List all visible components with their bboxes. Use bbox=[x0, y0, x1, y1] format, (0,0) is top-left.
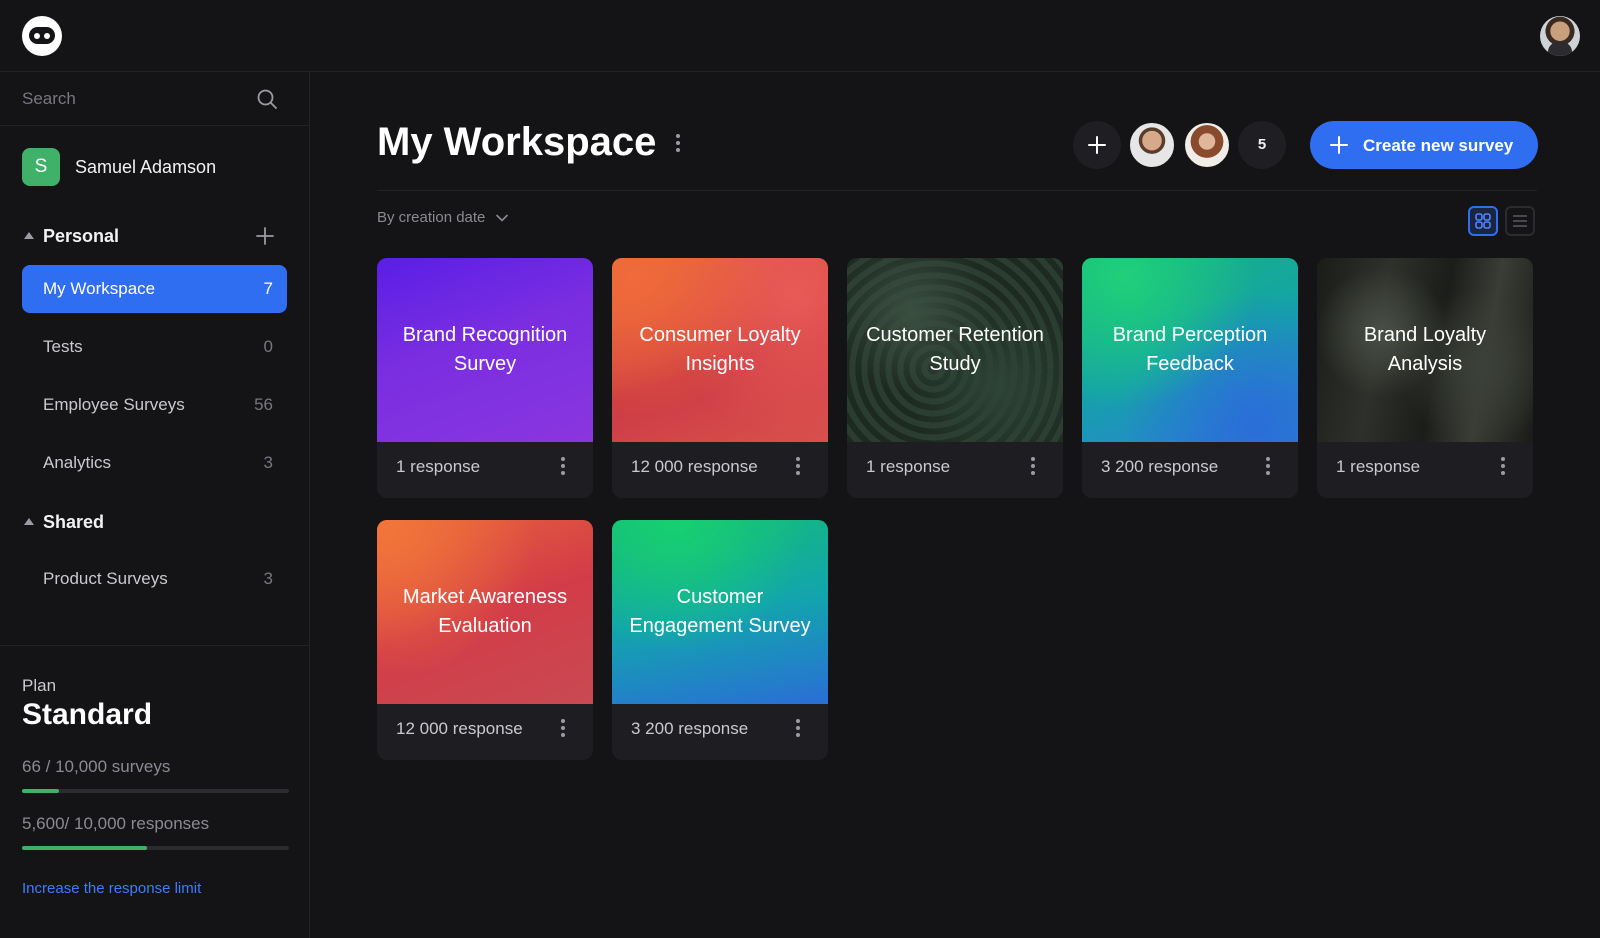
sidebar-item-analytics[interactable]: Analytics 3 bbox=[22, 439, 287, 487]
profile-name: Samuel Adamson bbox=[75, 157, 217, 177]
survey-responses: 1 response bbox=[1336, 457, 1421, 476]
plan-name: Standard bbox=[22, 698, 153, 731]
survey-title: Consumer Loyalty Insights bbox=[639, 324, 801, 375]
sidebar-item-count: 3 bbox=[263, 453, 273, 472]
page-title: My Workspace bbox=[377, 120, 657, 164]
sidebar-item-count: 0 bbox=[263, 337, 273, 356]
survey-responses: 3 200 response bbox=[1101, 457, 1219, 476]
survey-responses: 12 000 response bbox=[396, 719, 523, 738]
user-avatar[interactable] bbox=[1540, 16, 1580, 56]
sidebar-item-label: Employee Surveys bbox=[43, 395, 185, 414]
logo-face bbox=[29, 27, 55, 44]
grid-view-button[interactable] bbox=[1468, 206, 1498, 236]
grid-icon bbox=[1475, 213, 1491, 229]
survey-title: Brand Perception Feedback bbox=[1112, 324, 1268, 375]
survey-card[interactable]: Customer Retention Study 1 response bbox=[847, 258, 1063, 498]
sidebar-item-count: 3 bbox=[263, 569, 273, 588]
sidebar-item-tests[interactable]: Tests 0 bbox=[22, 323, 287, 371]
more-vertical-icon[interactable] bbox=[1499, 457, 1507, 479]
plus-icon bbox=[1330, 136, 1348, 154]
survey-responses: 1 response bbox=[396, 457, 481, 476]
survey-title: Brand Loyalty Analysis bbox=[1363, 324, 1487, 375]
responses-usage-fill bbox=[22, 846, 148, 850]
members-more-count[interactable]: 5 bbox=[1238, 121, 1286, 169]
more-vertical-icon[interactable] bbox=[559, 457, 567, 479]
sort-dropdown[interactable]: By creation date bbox=[377, 209, 508, 226]
title-more-icon[interactable] bbox=[674, 134, 682, 156]
survey-card[interactable]: Market Awareness Evaluation 12 000 respo… bbox=[377, 520, 593, 760]
profile-initial-badge: S bbox=[22, 148, 60, 186]
survey-responses: 12 000 response bbox=[631, 457, 758, 476]
survey-title: Market Awareness Evaluation bbox=[402, 586, 568, 637]
responses-usage-text: 5,600/ 10,000 responses bbox=[22, 814, 210, 833]
sidebar-item-label: My Workspace bbox=[43, 279, 156, 298]
section-shared[interactable]: Shared bbox=[22, 508, 292, 538]
sort-label: By creation date bbox=[377, 209, 486, 226]
survey-cover: Brand Recognition Survey bbox=[377, 258, 593, 442]
sidebar-item-label: Tests bbox=[43, 337, 83, 356]
survey-title: Customer Engagement Survey bbox=[629, 586, 811, 637]
sidebar-item-count: 56 bbox=[254, 395, 273, 414]
list-view-button[interactable] bbox=[1505, 206, 1535, 236]
sidebar-item-label: Analytics bbox=[43, 453, 112, 472]
add-folder-icon[interactable] bbox=[254, 225, 276, 247]
survey-cover: Customer Engagement Survey bbox=[612, 520, 828, 704]
survey-cover: Market Awareness Evaluation bbox=[377, 520, 593, 704]
survey-cover: Brand Perception Feedback bbox=[1082, 258, 1298, 442]
member-avatar[interactable] bbox=[1183, 121, 1231, 169]
survey-card[interactable]: Brand Loyalty Analysis 1 response bbox=[1317, 258, 1533, 498]
sidebar-item-count: 7 bbox=[263, 279, 273, 298]
plus-icon bbox=[1088, 136, 1106, 154]
survey-responses: 1 response bbox=[866, 457, 951, 476]
surveys-usage-bar bbox=[22, 789, 289, 793]
more-vertical-icon[interactable] bbox=[1029, 457, 1037, 479]
section-personal-label: Personal bbox=[43, 226, 120, 246]
more-vertical-icon[interactable] bbox=[559, 719, 567, 741]
more-vertical-icon[interactable] bbox=[794, 719, 802, 741]
logo-eye-left bbox=[34, 33, 40, 39]
chevron-down-icon bbox=[495, 214, 508, 222]
survey-responses: 3 200 response bbox=[631, 719, 749, 738]
plan-label: Plan bbox=[22, 676, 57, 695]
sidebar-item-product-surveys[interactable]: Product Surveys 3 bbox=[22, 555, 287, 603]
survey-card[interactable]: Brand Perception Feedback 3 200 response bbox=[1082, 258, 1298, 498]
section-shared-label: Shared bbox=[43, 512, 105, 532]
create-survey-button[interactable]: Create new survey bbox=[1310, 121, 1538, 169]
more-vertical-icon[interactable] bbox=[794, 457, 802, 479]
plan-panel: Plan Standard 66 / 10,000 surveys 5,600/… bbox=[0, 645, 310, 938]
create-survey-label: Create new survey bbox=[1363, 136, 1514, 155]
header-divider bbox=[377, 190, 1537, 191]
logo-eye-right bbox=[44, 33, 50, 39]
survey-title: Brand Recognition Survey bbox=[402, 324, 568, 375]
sidebar: S Samuel Adamson Personal My Workspace 7… bbox=[0, 72, 310, 938]
search-bar bbox=[0, 72, 310, 126]
sidebar-item-label: Product Surveys bbox=[43, 569, 168, 588]
surveys-usage-fill bbox=[22, 789, 60, 793]
surveys-usage-text: 66 / 10,000 surveys bbox=[22, 757, 171, 776]
survey-cover: Consumer Loyalty Insights bbox=[612, 258, 828, 442]
collapse-caret-icon[interactable] bbox=[24, 518, 34, 525]
section-personal[interactable]: Personal bbox=[22, 222, 292, 252]
top-bar bbox=[0, 0, 1600, 72]
sidebar-item-my-workspace[interactable]: My Workspace 7 bbox=[22, 265, 287, 313]
survey-title: Customer Retention Study bbox=[866, 324, 1044, 375]
increase-limit-link[interactable]: Increase the response limit bbox=[22, 880, 201, 897]
add-member-button[interactable] bbox=[1073, 121, 1121, 169]
survey-card[interactable]: Consumer Loyalty Insights 12 000 respons… bbox=[612, 258, 828, 498]
app-logo-icon[interactable] bbox=[22, 16, 62, 56]
workspace-profile[interactable]: S Samuel Adamson bbox=[22, 148, 292, 188]
main-content: My Workspace 5 Create new survey By crea… bbox=[310, 72, 1600, 938]
survey-cover: Brand Loyalty Analysis bbox=[1317, 258, 1533, 442]
search-input[interactable] bbox=[22, 86, 242, 112]
responses-usage-bar bbox=[22, 846, 289, 850]
member-avatar[interactable] bbox=[1128, 121, 1176, 169]
survey-card[interactable]: Customer Engagement Survey 3 200 respons… bbox=[612, 520, 828, 760]
more-vertical-icon[interactable] bbox=[1264, 457, 1272, 479]
search-icon[interactable] bbox=[256, 88, 278, 110]
sidebar-item-employee-surveys[interactable]: Employee Surveys 56 bbox=[22, 381, 287, 429]
list-icon bbox=[1513, 215, 1527, 227]
collapse-caret-icon[interactable] bbox=[24, 232, 34, 239]
survey-cover: Customer Retention Study bbox=[847, 258, 1063, 442]
survey-card[interactable]: Brand Recognition Survey 1 response bbox=[377, 258, 593, 498]
